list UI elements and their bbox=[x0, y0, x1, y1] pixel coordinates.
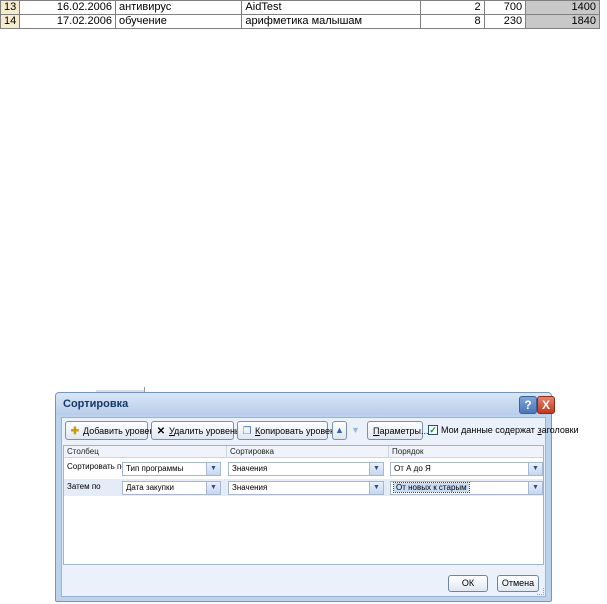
add-level-button[interactable]: ✚ Добавить уровень bbox=[65, 421, 159, 440]
cell-date[interactable]: 16.02.2006 bbox=[19, 0, 116, 15]
sort-on-select[interactable]: Значения ▼ bbox=[228, 462, 384, 476]
then-by-sort-on-select[interactable]: Значения ▼ bbox=[228, 481, 384, 495]
copy-level-icon: ❐ bbox=[242, 426, 252, 437]
resize-grip[interactable] bbox=[537, 588, 544, 595]
ok-button[interactable]: ОК bbox=[448, 575, 488, 592]
table-row: 13 16.02.2006 антивирус AidTest 2 700 14… bbox=[0, 0, 600, 15]
cell-price[interactable]: 700 bbox=[483, 0, 527, 15]
chevron-down-icon[interactable]: ▼ bbox=[369, 463, 383, 475]
cell-qty[interactable]: 2 bbox=[420, 0, 485, 15]
row-number[interactable]: 14 bbox=[0, 14, 21, 29]
sort-dialog: Сортировка ? X ✚ Добавить уровень ✕ Удалит… bbox=[55, 392, 579, 602]
cell-price[interactable]: 230 bbox=[483, 14, 527, 29]
copy-level-button[interactable]: ❐ Копировать уровень bbox=[237, 421, 340, 440]
cell-qty[interactable]: 8 bbox=[420, 14, 485, 29]
move-down-button[interactable]: ▼ bbox=[348, 421, 363, 440]
level-label: Затем по bbox=[67, 482, 101, 491]
move-up-button[interactable]: ▲ bbox=[332, 421, 347, 440]
chevron-down-icon[interactable]: ▼ bbox=[206, 463, 220, 475]
dialog-titlebar[interactable]: Сортировка ? X bbox=[56, 393, 555, 415]
delete-level-button[interactable]: ✕ Удалить уровень bbox=[151, 421, 240, 440]
dialog-title: Сортировка bbox=[63, 398, 129, 410]
spreadsheet-fragment: 13 16.02.2006 антивирус AidTest 2 700 14… bbox=[0, 0, 600, 29]
table-row: 14 17.02.2006 обучение арифметика малыша… bbox=[0, 14, 600, 29]
move-down-icon: ▼ bbox=[351, 425, 360, 435]
chevron-down-icon[interactable]: ▼ bbox=[528, 482, 542, 494]
sort-levels-grid: Столбец Сортировка Порядок Сортировать п… bbox=[63, 445, 544, 565]
cell-type[interactable]: антивирус bbox=[114, 0, 243, 15]
column-header-sort: Сортировка bbox=[230, 447, 274, 456]
then-by-column-select[interactable]: Дата закупки ▼ bbox=[122, 481, 221, 495]
headers-checkbox[interactable]: ✓ bbox=[428, 425, 438, 435]
sort-column-select[interactable]: Тип программы ▼ bbox=[122, 462, 221, 476]
sort-order-select[interactable]: От А до Я ▼ bbox=[390, 462, 543, 476]
options-button[interactable]: Параметры... bbox=[367, 421, 428, 440]
chevron-down-icon[interactable]: ▼ bbox=[528, 463, 542, 475]
dialog-body: ✚ Добавить уровень ✕ Удалить уровень ❐ Копи… bbox=[61, 417, 579, 597]
delete-level-icon: ✕ bbox=[156, 426, 166, 437]
cancel-button[interactable]: Отмена bbox=[497, 575, 539, 592]
headers-checkbox-label[interactable]: Мои данные содержат заголовки bbox=[441, 425, 579, 436]
row-number[interactable]: 13 bbox=[0, 0, 21, 15]
cell-date[interactable]: 17.02.2006 bbox=[19, 14, 116, 29]
chevron-down-icon[interactable]: ▼ bbox=[369, 482, 383, 494]
cell-type[interactable]: обучение bbox=[114, 14, 243, 29]
column-header-column: Столбец bbox=[67, 447, 99, 456]
then-by-order-select[interactable]: От новых к старым ▼ bbox=[390, 481, 543, 495]
help-button[interactable]: ? bbox=[519, 396, 537, 414]
close-button[interactable]: X bbox=[537, 396, 555, 414]
cell-sum[interactable]: 1400 bbox=[525, 0, 600, 15]
add-level-icon: ✚ bbox=[70, 426, 80, 437]
cell-name[interactable]: AidTest bbox=[241, 0, 422, 15]
column-header-order: Порядок bbox=[392, 447, 424, 456]
move-up-icon: ▲ bbox=[335, 425, 344, 435]
level-label: Сортировать по bbox=[67, 462, 126, 471]
cell-name[interactable]: арифметика малышам bbox=[241, 14, 422, 29]
chevron-down-icon[interactable]: ▼ bbox=[206, 482, 220, 494]
cell-sum[interactable]: 1840 bbox=[525, 14, 600, 29]
